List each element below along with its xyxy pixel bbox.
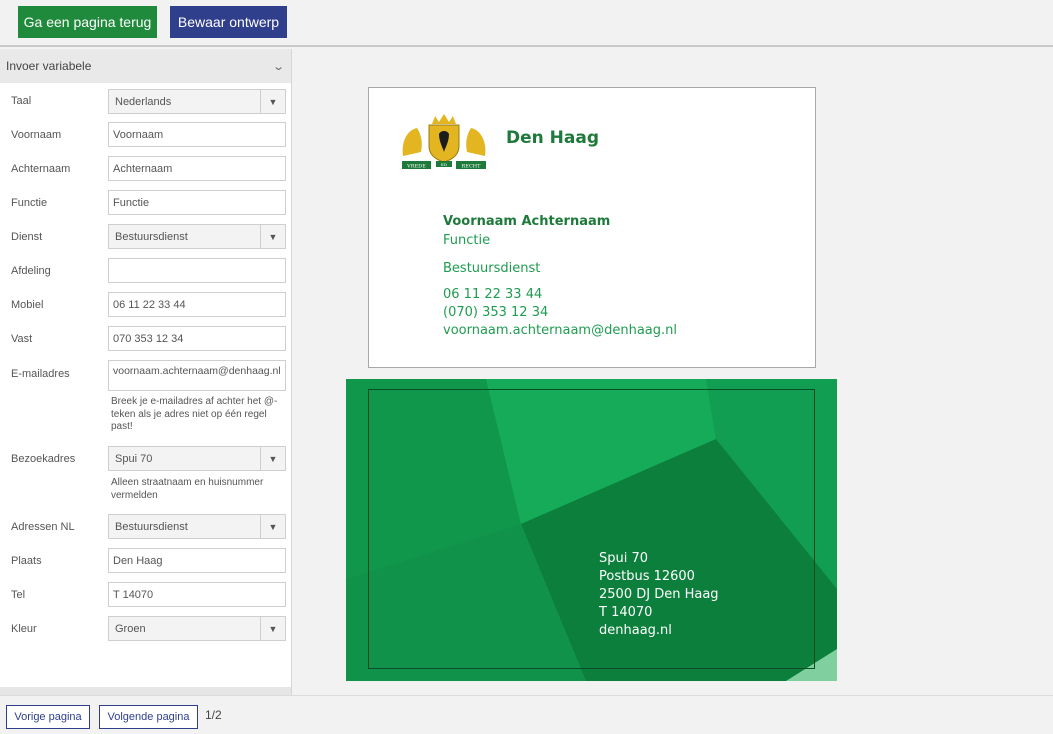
address-postcode: 2500 DJ Den Haag <box>599 587 719 602</box>
card-back-address: Spui 70 Postbus 12600 2500 DJ Den Haag T… <box>599 550 719 640</box>
field-label: Kleur <box>11 623 37 635</box>
card-mobile: 06 11 22 33 44 <box>443 287 543 302</box>
language-select[interactable]: Nederlands ▼ <box>108 89 286 114</box>
mobile-input[interactable]: 06 11 22 33 44 <box>108 292 286 317</box>
save-design-button[interactable]: Bewaar ontwerp <box>170 6 287 38</box>
field-label: Taal <box>11 95 32 107</box>
field-label: Afdeling <box>11 265 51 277</box>
addresses-select[interactable]: Bestuursdienst ▼ <box>108 514 286 539</box>
pager: Vorige pagina Volgende pagina 1/2 <box>0 695 1053 734</box>
field-label: Plaats <box>11 555 42 567</box>
address-postbus: Postbus 12600 <box>599 569 695 584</box>
caret-down-icon[interactable]: ▼ <box>260 447 285 470</box>
department-select[interactable]: Bestuursdienst ▼ <box>108 224 286 249</box>
field-label: Bezoekadres <box>11 453 76 465</box>
select-value: Nederlands <box>115 95 172 108</box>
card-email: voornaam.achternaam@denhaag.nl <box>443 323 677 338</box>
function-input[interactable]: Functie <box>108 190 286 215</box>
select-value: Bestuursdienst <box>115 230 188 243</box>
panel-header[interactable]: Invoer variabele ⌄ <box>0 49 291 83</box>
first-name-input[interactable]: Voornaam <box>108 122 286 147</box>
card-back-frame <box>368 389 815 669</box>
caret-down-icon[interactable]: ▼ <box>260 515 285 538</box>
address-web: denhaag.nl <box>599 623 672 638</box>
field-label: Mobiel <box>11 299 44 311</box>
panel-title: Invoer variabele <box>6 59 92 73</box>
select-value: Groen <box>115 622 146 635</box>
field-label: Adressen NL <box>11 521 75 533</box>
last-name-input[interactable]: Achternaam <box>108 156 286 181</box>
card-name: Voornaam Achternaam <box>443 214 611 229</box>
field-label: Functie <box>11 197 48 209</box>
caret-down-icon[interactable]: ▼ <box>260 225 285 248</box>
panel-footer <box>0 687 291 695</box>
caret-down-icon[interactable]: ▼ <box>260 617 285 640</box>
caret-down-icon[interactable]: ▼ <box>260 90 285 113</box>
email-textarea[interactable]: voornaam.achternaam@denhaag.nl <box>108 360 286 391</box>
go-back-button[interactable]: Ga een pagina terug <box>18 6 157 38</box>
address-tel: T 14070 <box>599 605 653 620</box>
den-haag-coat-of-arms-logo: VREDE ED RECHT <box>402 114 486 170</box>
top-toolbar: Ga een pagina terug Bewaar ontwerp <box>0 0 1053 47</box>
select-value: Spui 70 <box>115 452 153 465</box>
motto-right: RECHT <box>462 164 482 170</box>
tel-input[interactable]: T 14070 <box>108 582 286 607</box>
select-value: Bestuursdienst <box>115 520 188 533</box>
business-card-back: Spui 70 Postbus 12600 2500 DJ Den Haag T… <box>346 379 837 681</box>
organization-name: Den Haag <box>506 128 600 148</box>
visit-address-hint: Alleen straatnaam en huisnummer vermelde… <box>111 477 264 501</box>
previous-page-button[interactable]: Vorige pagina <box>6 705 90 729</box>
division-input[interactable] <box>108 258 286 283</box>
email-hint: Breek je e-mailadres af achter het @-tek… <box>111 396 278 432</box>
field-label: E-mailadres <box>11 368 70 380</box>
color-select[interactable]: Groen ▼ <box>108 616 286 641</box>
card-department: Bestuursdienst <box>443 261 541 276</box>
address-street: Spui 70 <box>599 551 649 566</box>
next-page-button[interactable]: Volgende pagina <box>99 705 198 729</box>
visit-address-select[interactable]: Spui 70 ▼ <box>108 446 286 471</box>
business-card-front: VREDE ED RECHT Den Haag Voornaam Achtern… <box>368 87 816 368</box>
card-phone: (070) 353 12 34 <box>443 305 549 320</box>
card-function: Functie <box>443 233 491 248</box>
landline-input[interactable]: 070 353 12 34 <box>108 326 286 351</box>
page-indicator: 1/2 <box>205 708 222 722</box>
field-label: Dienst <box>11 231 43 243</box>
field-label: Tel <box>11 589 26 601</box>
chevron-down-icon[interactable]: ⌄ <box>272 60 285 73</box>
field-label: Achternaam <box>11 163 71 175</box>
city-input[interactable]: Den Haag <box>108 548 286 573</box>
field-label: Vast <box>11 333 33 345</box>
variable-input-panel: Invoer variabele ⌄ Taal Nederlands ▼ Voo… <box>0 49 292 695</box>
field-label: Voornaam <box>11 129 62 141</box>
motto-left: VREDE <box>406 164 426 170</box>
motto-mid: ED <box>441 162 447 167</box>
